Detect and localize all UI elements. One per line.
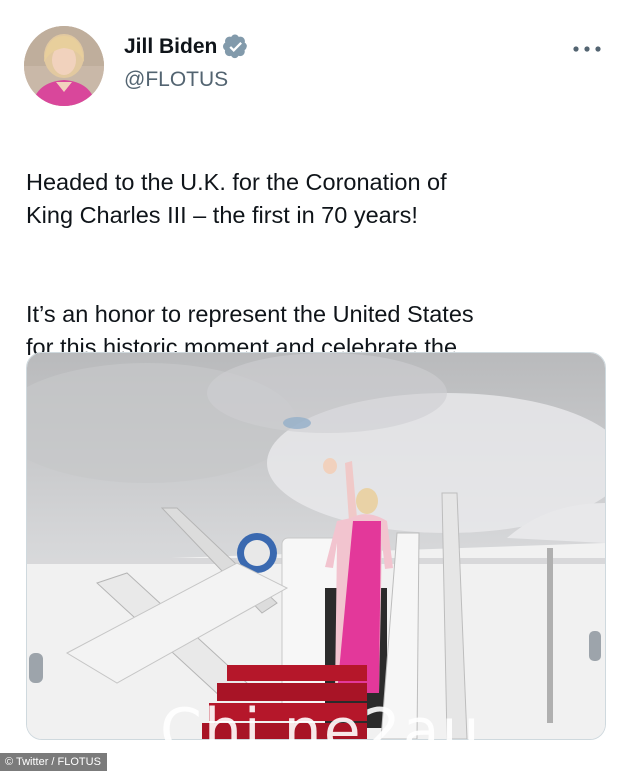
author-row: Jill Biden	[124, 34, 249, 60]
tweet-paragraph-1: Headed to the U.K. for the Coronation of…	[26, 169, 447, 228]
tweet-card: Jill Biden @FLOTUS Headed to the U.K. fo…	[0, 0, 634, 771]
author-name[interactable]: Jill Biden	[124, 35, 217, 59]
avatar-image	[24, 26, 104, 106]
tweet-photo[interactable]	[26, 352, 606, 740]
watermark-text: Chi ne2au	[160, 696, 482, 766]
airplane-stairs-photo	[27, 353, 605, 739]
author-handle[interactable]: @FLOTUS	[124, 68, 228, 92]
verified-badge-icon	[223, 34, 248, 59]
more-options-icon[interactable]	[572, 44, 602, 54]
image-credit: © Twitter / FLOTUS	[0, 753, 107, 771]
avatar[interactable]	[24, 26, 104, 106]
